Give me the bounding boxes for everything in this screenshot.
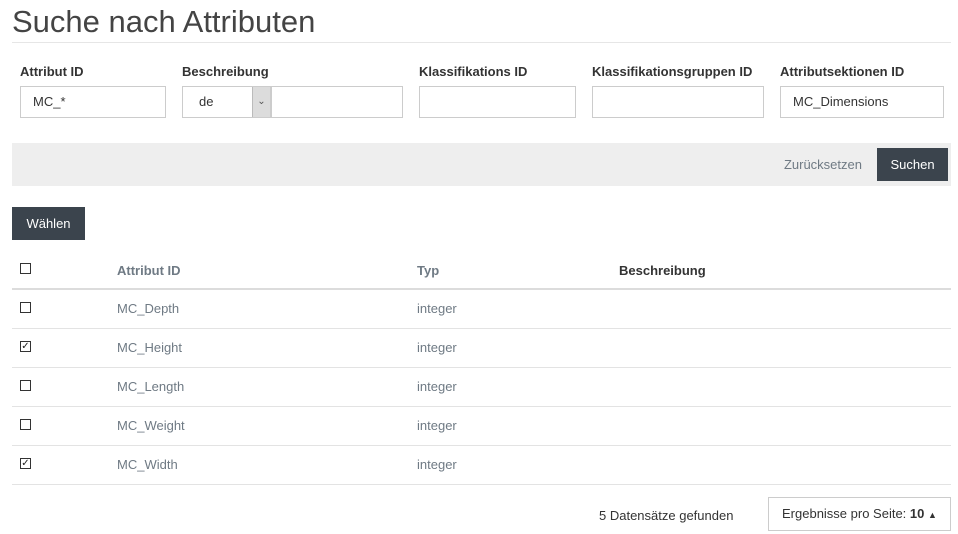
search-button[interactable]: Suchen	[877, 148, 948, 181]
reset-button[interactable]: Zurücksetzen	[784, 143, 862, 186]
klassifikations-id-input[interactable]	[419, 86, 576, 118]
row-typ: integer	[417, 457, 457, 472]
beschreibung-input[interactable]	[271, 86, 403, 118]
per-page-dropdown[interactable]: Ergebnisse pro Seite: 10 ▲	[768, 497, 951, 531]
row-checkbox[interactable]	[20, 302, 31, 313]
row-attribut-id[interactable]: MC_Length	[117, 368, 184, 406]
language-select[interactable]: de ⌄	[182, 86, 271, 118]
row-attribut-id[interactable]: MC_Width	[117, 446, 178, 484]
table-row[interactable]: MC_Weight integer	[12, 407, 951, 446]
row-typ: integer	[417, 340, 457, 355]
table-header: Attribut ID Typ Beschreibung	[12, 252, 951, 290]
table-row[interactable]: MC_Length integer	[12, 368, 951, 407]
attributsektionen-id-label: Attributsektionen ID	[780, 64, 905, 79]
header-beschreibung[interactable]: Beschreibung	[619, 252, 706, 290]
attribut-id-label: Attribut ID	[20, 64, 84, 79]
row-attribut-id[interactable]: MC_Weight	[117, 407, 185, 445]
klassifikationsgruppen-id-input[interactable]	[592, 86, 764, 118]
caret-up-icon: ▲	[928, 510, 937, 520]
choose-button[interactable]: Wählen	[12, 207, 85, 240]
per-page-value: 10	[909, 506, 925, 521]
table-row[interactable]: ✓ MC_Width integer	[12, 446, 951, 485]
row-typ: integer	[417, 379, 457, 394]
title-divider	[12, 42, 951, 43]
attribut-id-input[interactable]: MC_*	[20, 86, 166, 118]
search-toolbar: Zurücksetzen Suchen	[12, 143, 951, 186]
table-row[interactable]: MC_Depth integer	[12, 290, 951, 329]
select-all-checkbox[interactable]	[20, 263, 31, 274]
row-typ: integer	[417, 418, 457, 433]
attributsektionen-id-input[interactable]: MC_Dimensions	[780, 86, 944, 118]
klassifikationsgruppen-id-label: Klassifikationsgruppen ID	[592, 64, 753, 79]
chevron-down-icon[interactable]: ⌄	[252, 87, 270, 117]
row-checkbox[interactable]: ✓	[20, 458, 31, 469]
header-attribut-id[interactable]: Attribut ID	[117, 252, 181, 290]
results-table: Attribut ID Typ Beschreibung MC_Depth in…	[12, 252, 951, 485]
klassifikations-id-label: Klassifikations ID	[419, 64, 528, 79]
language-select-value: de	[199, 94, 214, 109]
per-page-label: Ergebnisse pro Seite:	[782, 506, 907, 521]
row-checkbox[interactable]	[20, 419, 31, 430]
row-attribut-id[interactable]: MC_Height	[117, 329, 182, 367]
row-attribut-id[interactable]: MC_Depth	[117, 290, 179, 328]
header-typ[interactable]: Typ	[417, 252, 439, 290]
row-checkbox[interactable]: ✓	[20, 341, 31, 352]
page-title: Suche nach Attributen	[12, 4, 316, 39]
beschreibung-label: Beschreibung	[182, 64, 269, 79]
row-typ: integer	[417, 301, 457, 316]
table-row[interactable]: ✓ MC_Height integer	[12, 329, 951, 368]
row-checkbox[interactable]	[20, 380, 31, 391]
result-count: 5 Datensätze gefunden	[599, 508, 734, 523]
